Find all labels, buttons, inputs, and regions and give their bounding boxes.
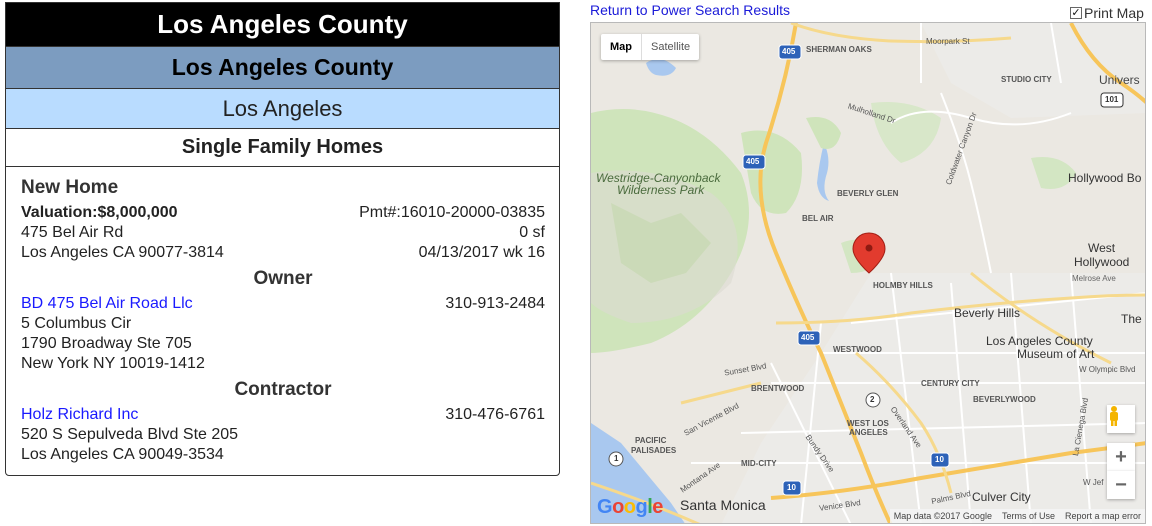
map-label-universal: Univers bbox=[1099, 73, 1140, 87]
map-label-olympic: W Olympic Blvd bbox=[1079, 365, 1136, 374]
map-label-lacma-1: Los Angeles County bbox=[986, 334, 1093, 348]
map-label-beverly-glen: BEVERLY GLEN bbox=[837, 189, 899, 198]
map-label-mid-city: MID-CITY bbox=[741, 459, 777, 468]
highway-2-label: 2 bbox=[870, 395, 875, 404]
job-address-line-1: 475 Bel Air Rd bbox=[21, 224, 124, 241]
job-address-line-2: Los Angeles CA 90077-3814 bbox=[21, 244, 224, 261]
map-label-brentwood: BRENTWOOD bbox=[751, 384, 805, 393]
county-header-top: Los Angeles County bbox=[6, 3, 559, 47]
google-logo: Google bbox=[597, 496, 663, 518]
owner-line-1: 5 Columbus Cir bbox=[21, 315, 132, 332]
map-label-holmby-hills: HOLMBY HILLS bbox=[873, 281, 933, 290]
map-label-beverlywood: BEVERLYWOOD bbox=[973, 395, 1036, 404]
permit-details: New Home Valuation:$8,000,000 Pmt#:16010… bbox=[21, 175, 545, 465]
permit-date-week: 04/13/2017 wk 16 bbox=[418, 244, 545, 261]
contractor-line-1: 520 S Sepulveda Blvd Ste 205 bbox=[21, 426, 239, 443]
map-type-satellite-button[interactable]: Satellite bbox=[641, 34, 699, 60]
map-label-westridge-2: Wilderness Park bbox=[617, 183, 705, 197]
map-label-west-hollywood-2: Hollywood bbox=[1074, 255, 1130, 269]
owner-address-line-1: 5 Columbus Cir bbox=[21, 314, 545, 334]
terms-of-use-link[interactable]: Terms of Use bbox=[1002, 511, 1055, 521]
owner-address-line-3: New York NY 10019-1412 bbox=[21, 354, 545, 374]
owner-line-3: New York NY 10019-1412 bbox=[21, 355, 205, 372]
map-label-culver-city: Culver City bbox=[972, 490, 1031, 504]
owner-phone: 310-913-2484 bbox=[445, 295, 545, 312]
contractor-name-row: Holz Richard Inc 310-476-6761 bbox=[21, 405, 545, 425]
highway-405-label-1: 405 bbox=[782, 47, 796, 56]
owner-name-row: BD 475 Bel Air Road Llc 310-913-2484 bbox=[21, 294, 545, 314]
highway-10-label-1: 10 bbox=[935, 455, 944, 464]
map-label-the: The bbox=[1121, 312, 1142, 326]
map-label-pacific-palisades-1: PACIFIC bbox=[635, 436, 667, 445]
highway-10-label-2: 10 bbox=[787, 483, 796, 492]
highway-101-label: 101 bbox=[1105, 95, 1119, 104]
print-map-toggle[interactable]: ✓ Print Map bbox=[1070, 5, 1144, 21]
permit-type: New Home bbox=[21, 177, 119, 198]
print-map-checkbox[interactable]: ✓ bbox=[1070, 7, 1082, 19]
highway-405-label-3: 405 bbox=[801, 333, 815, 342]
map-label-sherman-oaks: SHERMAN OAKS bbox=[806, 45, 872, 54]
category-header: Single Family Homes bbox=[6, 129, 559, 167]
map-label-santa-monica: Santa Monica bbox=[680, 497, 766, 513]
owner-line-2: 1790 Broadway Ste 705 bbox=[21, 335, 192, 352]
contractor-address-line-2: Los Angeles CA 90049-3534 bbox=[21, 445, 545, 465]
county-header: Los Angeles County bbox=[6, 47, 559, 89]
return-to-search-link[interactable]: Return to Power Search Results bbox=[590, 2, 790, 18]
map-label-hollywood-bowl: Hollywood Bo bbox=[1068, 171, 1142, 185]
contractor-name-link[interactable]: Holz Richard Inc bbox=[21, 405, 138, 425]
map-label-lacma-2: Museum of Art bbox=[1017, 347, 1095, 361]
map-type-control: Map Satellite bbox=[601, 34, 700, 60]
map-label-studio-city: STUDIO CITY bbox=[1001, 75, 1052, 84]
zoom-out-button[interactable]: − bbox=[1107, 471, 1135, 499]
print-map-label: Print Map bbox=[1084, 5, 1144, 21]
map-label-beverly-hills: Beverly Hills bbox=[954, 306, 1021, 320]
map-label-west-la-1: WEST LOS bbox=[847, 419, 889, 428]
contractor-section-title: Contractor bbox=[234, 379, 332, 400]
map-label-century-city: CENTURY CITY bbox=[921, 379, 980, 388]
permit-number: Pmt#:16010-20000-03835 bbox=[359, 204, 545, 221]
map-attribution: Map data ©2017 Google Terms of Use Repor… bbox=[889, 509, 1145, 523]
highway-1-label: 1 bbox=[614, 454, 619, 463]
map-type-map-button[interactable]: Map bbox=[601, 34, 641, 60]
square-feet: 0 sf bbox=[519, 224, 545, 241]
map-label-moorpark: Moorpark St bbox=[926, 37, 970, 46]
address-row-2: Los Angeles CA 90077-3814 04/13/2017 wk … bbox=[21, 243, 545, 263]
city-header: Los Angeles bbox=[6, 89, 559, 129]
highway-405-label-2: 405 bbox=[746, 157, 760, 166]
valuation: Valuation:$8,000,000 bbox=[21, 204, 178, 221]
map-label-bel-air: BEL AIR bbox=[802, 214, 834, 223]
contractor-address-line-1: 520 S Sepulveda Blvd Ste 205 bbox=[21, 425, 545, 445]
contractor-line-2: Los Angeles CA 90049-3534 bbox=[21, 446, 224, 463]
street-view-pegman-icon[interactable] bbox=[1107, 405, 1135, 433]
valuation-row: Valuation:$8,000,000 Pmt#:16010-20000-03… bbox=[21, 203, 545, 223]
map-view[interactable]: SHERMAN OAKS Moorpark St Univers STUDIO … bbox=[590, 22, 1146, 524]
owner-name-link[interactable]: BD 475 Bel Air Road Llc bbox=[21, 294, 193, 314]
map-data-credit: Map data ©2017 Google bbox=[893, 511, 992, 521]
report-map-error-link[interactable]: Report a map error bbox=[1065, 511, 1141, 521]
map-label-west-la-2: ANGELES bbox=[849, 428, 888, 437]
owner-section-title: Owner bbox=[253, 268, 313, 289]
map-label-west-hollywood-1: West bbox=[1088, 241, 1116, 255]
map-label-melrose: Melrose Ave bbox=[1072, 274, 1116, 283]
map-label-w-jeff: W Jef bbox=[1083, 478, 1104, 487]
zoom-in-button[interactable]: + bbox=[1107, 443, 1135, 471]
map-label-pacific-palisades-2: PALISADES bbox=[631, 446, 677, 455]
map-label-westwood: WESTWOOD bbox=[833, 345, 882, 354]
permit-panel: Los Angeles County Los Angeles County Lo… bbox=[5, 2, 560, 476]
address-row-1: 475 Bel Air Rd 0 sf bbox=[21, 223, 545, 243]
contractor-phone: 310-476-6761 bbox=[445, 406, 545, 423]
owner-address-line-2: 1790 Broadway Ste 705 bbox=[21, 334, 545, 354]
